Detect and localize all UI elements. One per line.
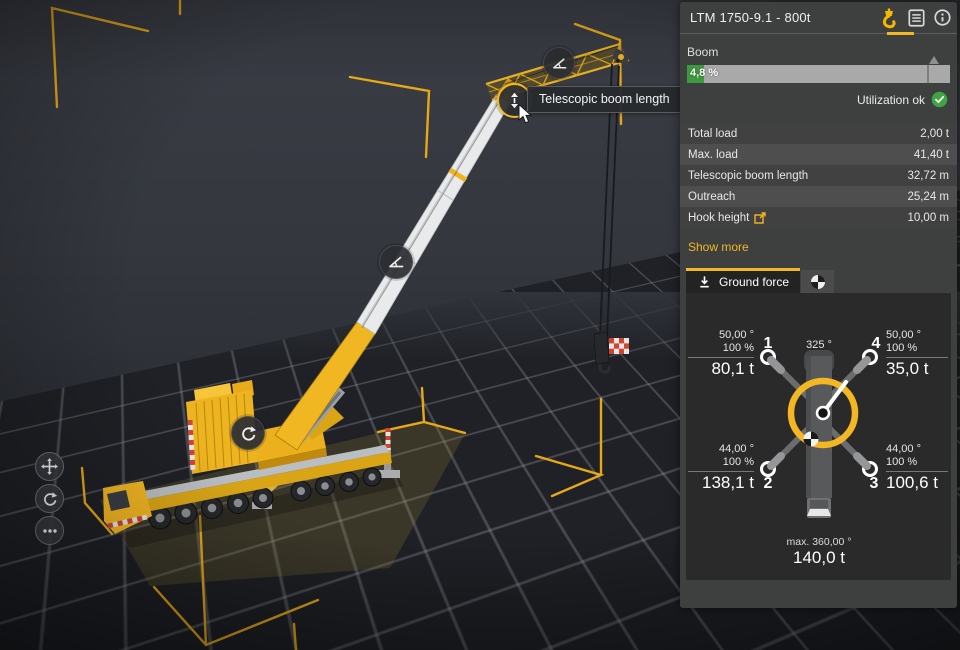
outrigger-angle: 44,00 ° [688,443,754,456]
table-row: Hook height 10,00 m [680,207,957,228]
angle-icon [551,55,568,72]
row-label: Total load [688,128,737,140]
crane-title: LTM 1750-9.1 - 800t [690,10,811,25]
divider [688,471,754,472]
rotate-icon [240,425,257,442]
outrigger-force: 80,1 t [688,359,754,379]
outrigger-number: 4 [868,335,884,353]
slewing-angle-label: 325 ° [789,335,849,353]
divider [688,357,754,358]
rotate-icon [42,491,58,507]
row-value: 2,00 t [920,128,949,140]
boom-utilization-section: Boom 4,8 % [687,45,950,83]
divider [886,357,948,358]
max-angle-label: max. 360,00 ° [751,536,887,548]
outrigger-number: 1 [760,335,776,353]
row-value: 32,72 m [907,170,949,182]
tooltip: Telescopic boom length [527,86,682,113]
table-row: Telescopic boom length 32,72 m [680,165,957,186]
outrigger-extension: 100 % [886,456,948,469]
outrigger-angle: 50,00 ° [886,329,948,342]
download-arrow-icon [697,275,712,289]
result-tabs: Ground force [686,268,957,293]
load-details-table: Total load 2,00 t Max. load 41,40 t Tele… [680,123,957,228]
table-row: Max. load 41,40 t [680,144,957,165]
outrigger-force: 35,0 t [886,359,948,379]
crane-planner-app: Telescopic boom length [0,0,960,650]
carrier-cab-top-view [807,498,831,518]
outrigger-extension: 100 % [886,342,948,355]
load-chart-icon[interactable] [908,9,925,27]
utilization-status: Utilization ok [689,91,948,108]
mouse-cursor [518,104,533,125]
divider [886,471,948,472]
outrigger-force: 138,1 t [688,473,754,493]
utilization-value: 4,8 % [690,67,718,79]
row-label: Outreach [688,191,735,203]
tab-ground-force[interactable]: Ground force [686,268,800,293]
row-label: Hook height [688,212,749,224]
outrigger-force: 100,6 t [886,473,948,493]
center-of-gravity-marker [804,432,819,447]
outrigger-angle: 44,00 ° [886,443,948,456]
outrigger-info-2: 44,00 ° 100 % 138,1 t [688,443,754,493]
info-icon[interactable] [934,9,951,26]
external-link-icon[interactable] [754,212,766,224]
rotate-superstructure-button[interactable] [231,416,265,450]
row-label: Max. load [688,149,738,161]
rotation-center [817,407,829,419]
table-row: Outreach 25,24 m [680,186,957,207]
table-row: Total load 2,00 t [680,123,957,144]
utilization-status-text: Utilization ok [857,93,925,107]
hook-block[interactable] [594,332,629,372]
ellipsis-icon [41,522,59,540]
outrigger-extension: 100 % [688,456,754,469]
crane-info-panel: LTM 1750-9.1 - 800t [680,2,957,608]
outrigger-number: 2 [760,475,776,493]
outrigger-info-3: 44,00 ° 100 % 100,6 t [886,443,948,493]
row-label: Telescopic boom length [688,170,808,182]
boom-label: Boom [687,45,950,59]
show-more-link[interactable]: Show more [688,240,949,254]
rotate-view-button[interactable] [35,484,64,513]
panel-header: LTM 1750-9.1 - 800t [680,2,957,34]
utilization-bar: 4,8 % [687,65,950,83]
check-circle-icon [931,91,948,108]
utilization-limit-notch [927,65,929,83]
center-of-gravity-icon [810,274,826,290]
jib-angle-button[interactable] [543,47,575,79]
outrigger-info-4: 50,00 ° 100 % 35,0 t [886,329,948,379]
tab-center-of-gravity[interactable] [801,270,834,293]
max-force-value: 140,0 t [751,548,887,568]
hook-icon[interactable] [879,7,899,29]
utilization-limit-marker [929,56,939,64]
row-value: 25,24 m [907,191,949,203]
pan-view-button[interactable] [35,452,64,481]
outrigger-angle: 50,00 ° [688,329,754,342]
active-tab-underline [887,32,914,35]
outrigger-extension: 100 % [688,342,754,355]
outrigger-info-1: 50,00 ° 100 % 80,1 t [688,329,754,379]
move-icon [41,458,58,475]
row-value: 10,00 m [907,212,949,224]
more-options-button[interactable] [35,516,64,545]
max-ground-force: max. 360,00 ° 140,0 t [751,536,887,568]
hook-icon [600,364,609,372]
outrigger-number: 3 [866,475,882,493]
tab-label: Ground force [719,275,789,289]
angle-icon [387,253,405,271]
ground-force-diagram: 50,00 ° 100 % 80,1 t 1 50,00 ° 100 % 35,… [686,293,951,580]
row-value: 41,40 t [914,149,949,161]
boom-angle-button[interactable] [379,245,413,279]
